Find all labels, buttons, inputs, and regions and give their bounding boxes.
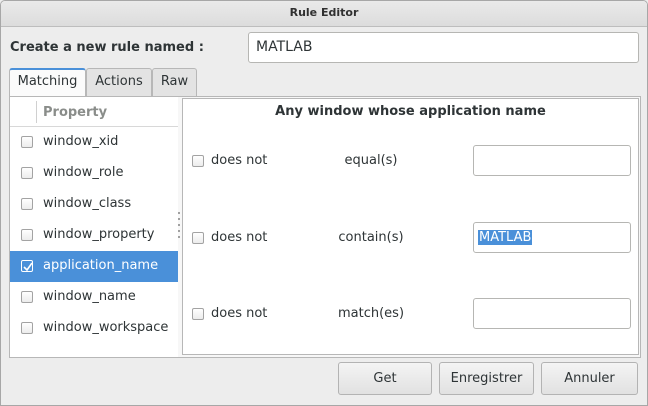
rule-criteria-title: Any window whose application name (275, 104, 546, 119)
rule-name-label: Create a new rule named : (10, 40, 204, 55)
negate-checkbox[interactable] (192, 308, 204, 320)
property-list: Property window_xid window_role window_c… (10, 97, 178, 357)
negate-label: does not (211, 306, 268, 321)
rule-name-input[interactable]: MATLAB (248, 32, 639, 63)
matches-value-input[interactable] (473, 298, 631, 329)
operator-label: match(es) (337, 306, 405, 321)
checkbox[interactable] (21, 229, 33, 241)
operator-label: equal(s) (344, 153, 398, 168)
property-label: window_property (43, 227, 155, 242)
pane-resize-handle[interactable] (177, 212, 181, 242)
cancel-button[interactable]: Annuler (541, 362, 638, 395)
titlebar: Rule Editor (1, 1, 647, 27)
property-label: window_class (43, 196, 132, 211)
negate-label: does not (211, 153, 268, 168)
property-label: window_role (43, 165, 124, 180)
tab-matching[interactable]: Matching (9, 68, 86, 97)
property-label: application_name (43, 258, 159, 273)
tab-actions[interactable]: Actions (86, 68, 152, 96)
column-separator (36, 101, 37, 123)
rule-row-matches: does not match(es) (183, 298, 638, 330)
property-item-application-name[interactable]: application_name (10, 251, 178, 282)
get-button[interactable]: Get (338, 362, 432, 395)
negate-checkbox[interactable] (192, 232, 204, 244)
checkbox[interactable] (21, 167, 33, 179)
check-icon (23, 262, 33, 272)
rule-row-equals: does not equal(s) (183, 145, 638, 177)
property-item-window-property[interactable]: window_property (10, 220, 178, 251)
checkbox[interactable] (21, 322, 33, 334)
operator-label: contain(s) (338, 230, 404, 245)
property-list-header[interactable]: Property (10, 97, 178, 127)
equals-value-input[interactable] (473, 145, 631, 176)
rule-editor-window: Rule Editor Create a new rule named : MA… (0, 0, 648, 406)
property-item-window-name[interactable]: window_name (10, 282, 178, 313)
checkbox[interactable] (21, 136, 33, 148)
window-title: Rule Editor (289, 6, 359, 19)
checkbox[interactable] (21, 198, 33, 210)
property-item-window-role[interactable]: window_role (10, 158, 178, 189)
negate-label: does not (211, 230, 268, 245)
matching-panel: Property window_xid window_role window_c… (9, 96, 641, 358)
negate-checkbox[interactable] (192, 155, 204, 167)
rule-criteria-box: Any window whose application name does n… (182, 98, 639, 355)
save-button[interactable]: Enregistrer (439, 362, 534, 395)
property-label: window_name (43, 289, 136, 304)
rule-row-contains: does not contain(s) MATLAB (183, 222, 638, 254)
checkbox[interactable] (21, 291, 33, 303)
checkbox-checked[interactable] (21, 260, 33, 272)
property-label: window_xid (43, 134, 119, 149)
selected-text: MATLAB (478, 230, 533, 245)
tab-raw[interactable]: Raw (152, 68, 197, 96)
property-item-window-workspace[interactable]: window_workspace (10, 313, 178, 344)
property-item-window-xid[interactable]: window_xid (10, 127, 178, 158)
contains-value-input[interactable]: MATLAB (473, 222, 631, 253)
property-label: window_workspace (43, 320, 169, 335)
property-item-window-class[interactable]: window_class (10, 189, 178, 220)
property-column-label: Property (43, 105, 108, 120)
